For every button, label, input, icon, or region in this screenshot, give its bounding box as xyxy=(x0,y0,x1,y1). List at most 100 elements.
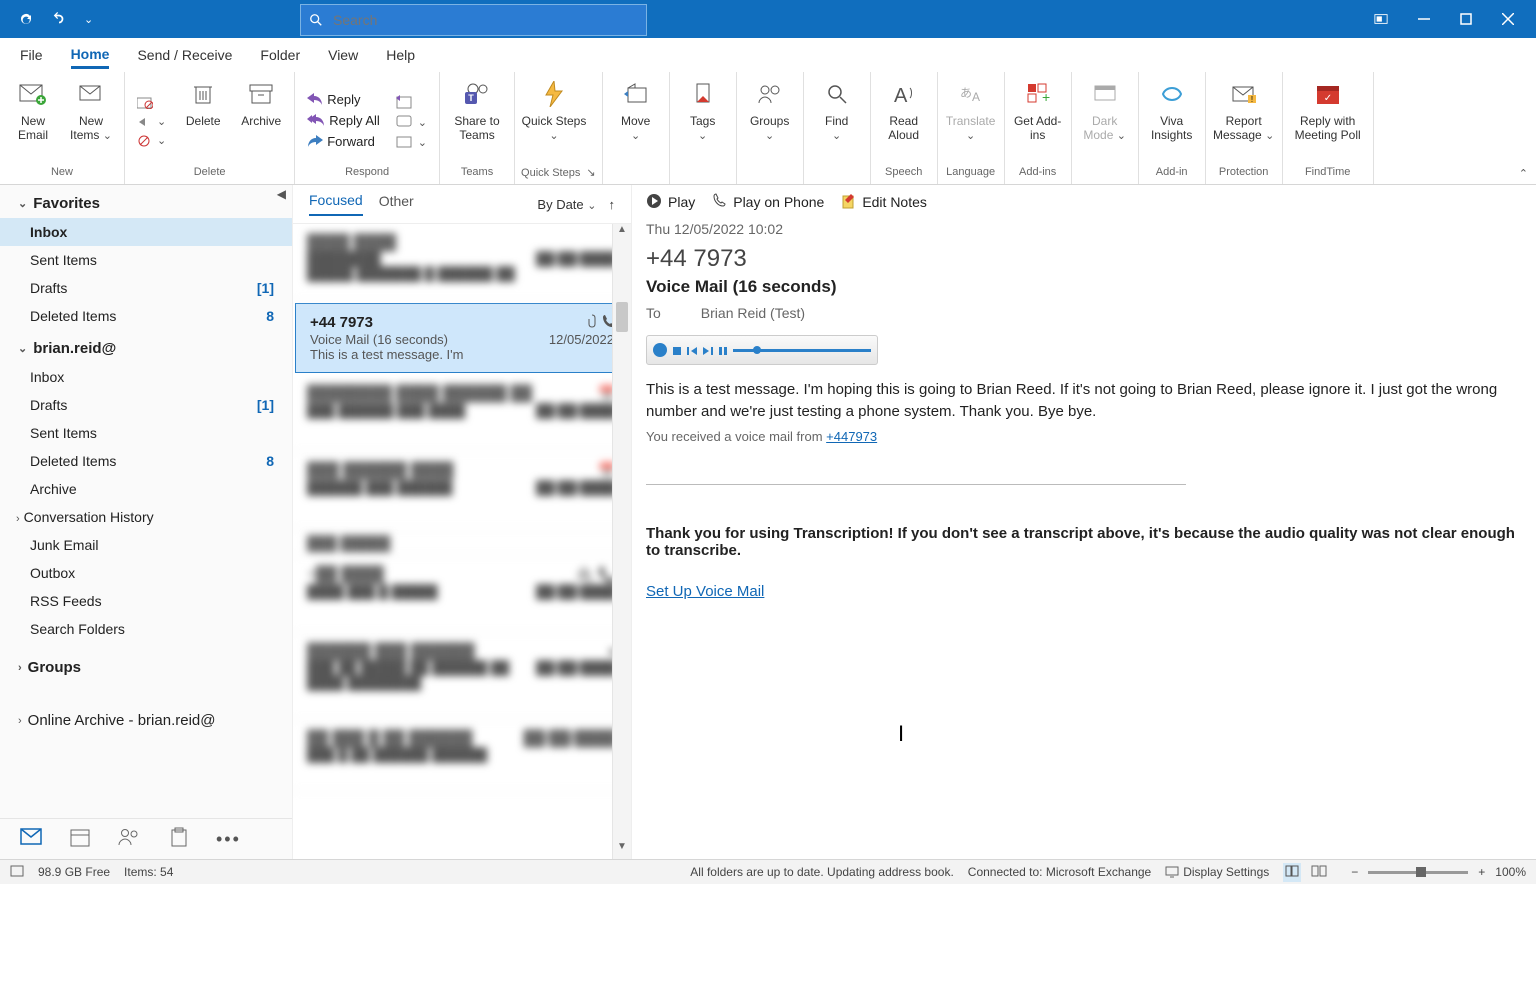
tab-send-receive[interactable]: Send / Receive xyxy=(137,43,232,67)
ribbon-collapse-icon[interactable]: ⌃ xyxy=(1519,167,1528,180)
cleanup-button[interactable]: ⌄ xyxy=(131,113,172,130)
folder-conversation-history[interactable]: ›Conversation History xyxy=(0,503,292,531)
folder-deleted-items[interactable]: Deleted Items8 xyxy=(0,302,292,330)
message-item[interactable]: ██████ ███ ██████● ███ ██ █████ ██ █████… xyxy=(293,633,631,720)
mail-module-icon[interactable] xyxy=(20,828,42,851)
quick-steps-button[interactable]: Quick Steps ⌄ xyxy=(521,74,587,166)
message-group-header[interactable]: ███ █████ xyxy=(293,529,631,556)
people-module-icon[interactable] xyxy=(118,828,142,851)
find-button[interactable]: Find⌄ xyxy=(810,74,864,166)
player-stop-icon[interactable] xyxy=(673,342,681,359)
display-settings-button[interactable]: Display Settings xyxy=(1165,865,1269,879)
folder-junk[interactable]: Junk Email xyxy=(0,531,292,559)
folder-acct-sent[interactable]: Sent Items xyxy=(0,419,292,447)
meeting-reply-button[interactable] xyxy=(390,93,433,111)
search-input[interactable] xyxy=(331,11,595,29)
sort-direction-icon[interactable]: ↑ xyxy=(609,197,616,212)
move-button[interactable]: Move⌄ xyxy=(609,74,663,166)
ribbon-display-icon[interactable] xyxy=(1374,12,1388,26)
tab-file[interactable]: File xyxy=(20,43,43,67)
folder-acct-inbox[interactable]: Inbox xyxy=(0,363,292,391)
view-normal-icon[interactable] xyxy=(1283,863,1301,882)
get-addins-button[interactable]: + Get Add-ins xyxy=(1011,74,1065,166)
new-items-button[interactable]: New Items ⌄ xyxy=(64,74,118,166)
message-item-selected[interactable]: +44 7973 Voice Mail (16 seconds)12/05/20… xyxy=(295,303,629,373)
player-pause-icon[interactable] xyxy=(719,342,727,359)
player-track[interactable] xyxy=(733,349,871,352)
folder-inbox[interactable]: Inbox xyxy=(0,218,292,246)
undo-icon[interactable] xyxy=(52,12,66,26)
folder-drafts[interactable]: Drafts[1] xyxy=(0,274,292,302)
setup-voicemail-link[interactable]: Set Up Voice Mail xyxy=(646,583,764,600)
folder-sent-items[interactable]: Sent Items xyxy=(0,246,292,274)
folder-rss[interactable]: RSS Feeds xyxy=(0,587,292,615)
message-item[interactable]: ██ ███ █ ██ ████████/██/████ ███ █ ██ ██… xyxy=(293,720,631,791)
player-next-icon[interactable] xyxy=(703,342,713,359)
groups-header[interactable]: › Groups xyxy=(0,643,292,682)
forward-button[interactable]: Forward xyxy=(301,132,386,151)
delete-button[interactable]: Delete xyxy=(176,74,230,166)
maximize-icon[interactable] xyxy=(1460,13,1472,25)
calendar-module-icon[interactable] xyxy=(70,827,90,852)
message-item[interactable]: ████████ ████ ██████ ██📅 ███ ██████ ███ … xyxy=(293,375,631,452)
archive-button[interactable]: Archive xyxy=(234,74,288,166)
tab-focused[interactable]: Focused xyxy=(309,192,363,216)
message-item[interactable]: ████ ████ ██████████/██/████ █████ █████… xyxy=(293,224,631,301)
folder-acct-archive[interactable]: Archive xyxy=(0,475,292,503)
message-list-scrollbar[interactable]: ▲ ▼ xyxy=(612,224,631,859)
sort-by-date[interactable]: By Date ⌄ xyxy=(537,197,596,212)
zoom-slider[interactable] xyxy=(1368,871,1468,874)
player-prev-icon[interactable] xyxy=(687,342,697,359)
folder-acct-deleted[interactable]: Deleted Items8 xyxy=(0,447,292,475)
report-message-button[interactable]: ! Report Message ⌄ xyxy=(1212,74,1276,166)
meeting-poll-button[interactable]: ✓ Reply with Meeting Poll xyxy=(1289,74,1367,166)
tab-view[interactable]: View xyxy=(328,43,358,67)
zoom-in-button[interactable]: + xyxy=(1478,865,1485,879)
viva-insights-button[interactable]: Viva Insights xyxy=(1145,74,1199,166)
tab-folder[interactable]: Folder xyxy=(260,43,300,67)
translate-button[interactable]: あA Translate⌄ xyxy=(944,74,998,166)
collapse-folders-icon[interactable]: ◀ xyxy=(277,187,286,201)
more-modules-icon[interactable]: ••• xyxy=(216,829,241,850)
zoom-out-button[interactable]: − xyxy=(1351,865,1358,879)
junk-button[interactable]: ⌄ xyxy=(131,132,172,149)
source-number-link[interactable]: +447973 xyxy=(826,429,877,444)
play-button[interactable]: Play xyxy=(646,193,695,212)
folder-search[interactable]: Search Folders xyxy=(0,615,292,643)
online-archive-header[interactable]: › Online Archive - brian.reid@ xyxy=(0,682,292,735)
message-item[interactable]: +██ ████🖇 📞 ████ ███ █ ███████/██/████ xyxy=(293,556,631,633)
qat-customize-icon[interactable]: ⌄ xyxy=(84,13,93,26)
reply-all-button[interactable]: Reply All xyxy=(301,111,386,130)
more-respond-button[interactable]: ⌄ xyxy=(390,133,433,151)
scroll-thumb[interactable] xyxy=(616,302,628,332)
im-reply-button[interactable]: ⌄ xyxy=(390,113,433,131)
tab-other[interactable]: Other xyxy=(379,193,414,215)
folder-acct-drafts[interactable]: Drafts[1] xyxy=(0,391,292,419)
player-play-icon[interactable] xyxy=(653,343,667,357)
ignore-button[interactable] xyxy=(131,95,172,111)
tab-help[interactable]: Help xyxy=(386,43,415,67)
folder-outbox[interactable]: Outbox xyxy=(0,559,292,587)
tasks-module-icon[interactable] xyxy=(170,827,188,852)
read-aloud-button[interactable]: A Read Aloud xyxy=(877,74,931,166)
favorites-header[interactable]: ⌄ Favorites xyxy=(0,185,292,218)
search-box[interactable] xyxy=(300,4,647,36)
close-icon[interactable] xyxy=(1502,13,1514,25)
reply-button[interactable]: Reply xyxy=(301,90,386,109)
minimize-icon[interactable] xyxy=(1418,13,1430,25)
new-email-button[interactable]: New Email xyxy=(6,74,60,166)
view-reading-icon[interactable] xyxy=(1311,865,1327,880)
share-to-teams-button[interactable]: T Share to Teams xyxy=(446,74,508,166)
audio-player[interactable] xyxy=(646,335,878,365)
edit-notes-button[interactable]: Edit Notes xyxy=(842,193,927,212)
scroll-down-icon[interactable]: ▼ xyxy=(613,841,631,859)
tab-home[interactable]: Home xyxy=(71,42,110,69)
play-on-phone-button[interactable]: Play on Phone xyxy=(713,193,824,212)
scroll-up-icon[interactable]: ▲ xyxy=(613,224,631,242)
message-item[interactable]: ███ ██████ ████📅 ██████ ███ ████████/██/… xyxy=(293,452,631,529)
account-header[interactable]: ⌄ brian.reid@ xyxy=(0,330,292,363)
refresh-icon[interactable] xyxy=(18,11,34,27)
tags-button[interactable]: Tags⌄ xyxy=(676,74,730,166)
dark-mode-button[interactable]: Dark Mode ⌄ xyxy=(1078,74,1132,166)
groups-button[interactable]: Groups⌄ xyxy=(743,74,797,166)
